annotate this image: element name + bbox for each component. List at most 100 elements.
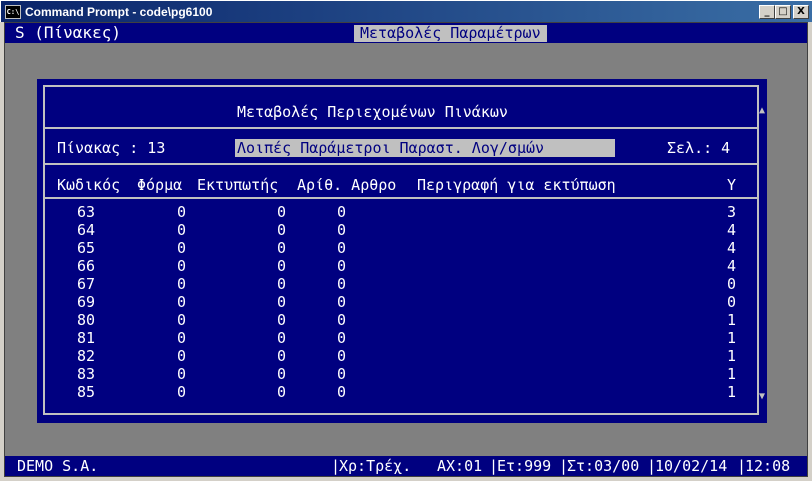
cell-form: 0	[177, 221, 187, 239]
cell-article: 0	[337, 257, 347, 275]
cell-printer: 0	[277, 311, 287, 329]
cell-form: 0	[177, 239, 187, 257]
screen-title: Μεταβολές Παραμέτρων	[354, 25, 547, 42]
header-description: Περιγραφή για εκτύπωση	[417, 176, 616, 194]
cell-code: 67	[77, 275, 96, 293]
cell-code: 82	[77, 347, 96, 365]
console-area[interactable]: S (Πίνακες) Μεταβολές Παραμέτρων Μεταβολ…	[4, 22, 808, 477]
cell-form: 0	[177, 329, 187, 347]
scroll-up-icon[interactable]: ▲	[759, 105, 765, 116]
cell-code: 80	[77, 311, 96, 329]
cell-y: 4	[727, 257, 737, 275]
status-bar: DEMO S.A. | Χρ:Τρέχ. ΑΧ:01 | Ετ:999 | Στ…	[5, 456, 807, 476]
cell-code: 83	[77, 365, 96, 383]
menu-context-label: S (Πίνακες)	[15, 23, 121, 42]
company-name: DEMO S.A.	[17, 457, 99, 475]
cell-y: 1	[727, 311, 737, 329]
table-row[interactable]: 64 0 0 0 4	[45, 221, 745, 239]
cell-printer: 0	[277, 365, 287, 383]
table-name-field[interactable]: Λοιπές Παράμετροι Παραστ. Λογ/σμών	[235, 139, 615, 157]
table-row[interactable]: 83 0 0 0 1	[45, 365, 745, 383]
table-row[interactable]: 82 0 0 0 1	[45, 347, 745, 365]
table-row[interactable]: 63 0 0 0 3	[45, 203, 745, 221]
cell-article: 0	[337, 347, 347, 365]
et-indicator: Ετ:999	[497, 457, 552, 475]
mode-indicator: Χρ:Τρέχ.	[339, 457, 412, 475]
cell-printer: 0	[277, 383, 287, 401]
table-row[interactable]: 67 0 0 0 0	[45, 275, 745, 293]
cell-article: 0	[337, 365, 347, 383]
minimize-button[interactable]: _	[759, 5, 775, 19]
window-titlebar[interactable]: C:\ Command Prompt - code\pg6100 _ □ X	[0, 0, 812, 22]
cell-code: 65	[77, 239, 96, 257]
cell-form: 0	[177, 293, 187, 311]
divider	[45, 163, 757, 165]
header-y: Υ	[727, 176, 737, 194]
cell-article: 0	[337, 203, 347, 221]
cell-y: 1	[727, 329, 737, 347]
cell-form: 0	[177, 311, 187, 329]
cell-form: 0	[177, 275, 187, 293]
window-title: Command Prompt - code\pg6100	[25, 5, 213, 19]
table-row[interactable]: 66 0 0 0 4	[45, 257, 745, 275]
cell-code: 81	[77, 329, 96, 347]
table-row[interactable]: 81 0 0 0 1	[45, 329, 745, 347]
cell-y: 0	[727, 293, 737, 311]
cell-form: 0	[177, 257, 187, 275]
cell-printer: 0	[277, 239, 287, 257]
scroll-down-icon[interactable]: ▼	[759, 391, 765, 402]
cell-form: 0	[177, 365, 187, 383]
table-row[interactable]: 80 0 0 0 1	[45, 311, 745, 329]
header-printer: Εκτυπωτής	[197, 176, 279, 194]
cell-article: 0	[337, 239, 347, 257]
cell-code: 85	[77, 383, 96, 401]
cell-code: 63	[77, 203, 96, 221]
cell-article: 0	[337, 275, 347, 293]
cell-y: 1	[727, 383, 737, 401]
divider	[45, 197, 757, 199]
cell-article: 0	[337, 311, 347, 329]
cell-form: 0	[177, 203, 187, 221]
header-code: Κωδικός	[57, 176, 121, 194]
cell-code: 66	[77, 257, 96, 275]
tables-panel: Μεταβολές Περιεχομένων Πινάκων ▲ Πίνακας…	[37, 79, 767, 423]
cell-article: 0	[337, 383, 347, 401]
cell-y: 3	[727, 203, 737, 221]
st-indicator: Στ:03/00	[567, 457, 640, 475]
time-indicator: 12:08	[745, 457, 791, 475]
panel-title: Μεταβολές Περιεχομένων Πινάκων	[237, 103, 508, 121]
cell-printer: 0	[277, 293, 287, 311]
menu-bar: S (Πίνακες) Μεταβολές Παραμέτρων	[5, 23, 807, 43]
cell-y: 4	[727, 221, 737, 239]
command-prompt-icon[interactable]: C:\	[5, 5, 21, 19]
date-indicator: 10/02/14	[655, 457, 728, 475]
cell-printer: 0	[277, 257, 287, 275]
cell-code: 64	[77, 221, 96, 239]
close-button[interactable]: X	[793, 5, 809, 19]
cell-printer: 0	[277, 203, 287, 221]
divider	[45, 127, 757, 129]
panel-frame: Μεταβολές Περιεχομένων Πινάκων ▲ Πίνακας…	[43, 85, 765, 415]
cell-form: 0	[177, 347, 187, 365]
cell-y: 1	[727, 365, 737, 383]
maximize-button[interactable]: □	[775, 5, 791, 19]
cell-printer: 0	[277, 347, 287, 365]
table-row[interactable]: 65 0 0 0 4	[45, 239, 745, 257]
cell-y: 1	[727, 347, 737, 365]
cell-code: 69	[77, 293, 96, 311]
cell-y: 0	[727, 275, 737, 293]
header-article: Αρίθ. Αρθρο	[297, 176, 397, 194]
table-number-label: Πίνακας : 13	[57, 139, 166, 157]
ax-indicator: ΑΧ:01	[437, 457, 483, 475]
cell-article: 0	[337, 329, 347, 347]
cell-article: 0	[337, 221, 347, 239]
cell-form: 0	[177, 383, 187, 401]
header-form: Φόρμα	[137, 176, 183, 194]
table-row[interactable]: 85 0 0 0 1	[45, 383, 745, 401]
table-row[interactable]: 69 0 0 0 0	[45, 293, 745, 311]
cell-y: 4	[727, 239, 737, 257]
cell-printer: 0	[277, 329, 287, 347]
page-indicator: Σελ.: 4	[667, 139, 731, 157]
cell-printer: 0	[277, 275, 287, 293]
cell-printer: 0	[277, 221, 287, 239]
